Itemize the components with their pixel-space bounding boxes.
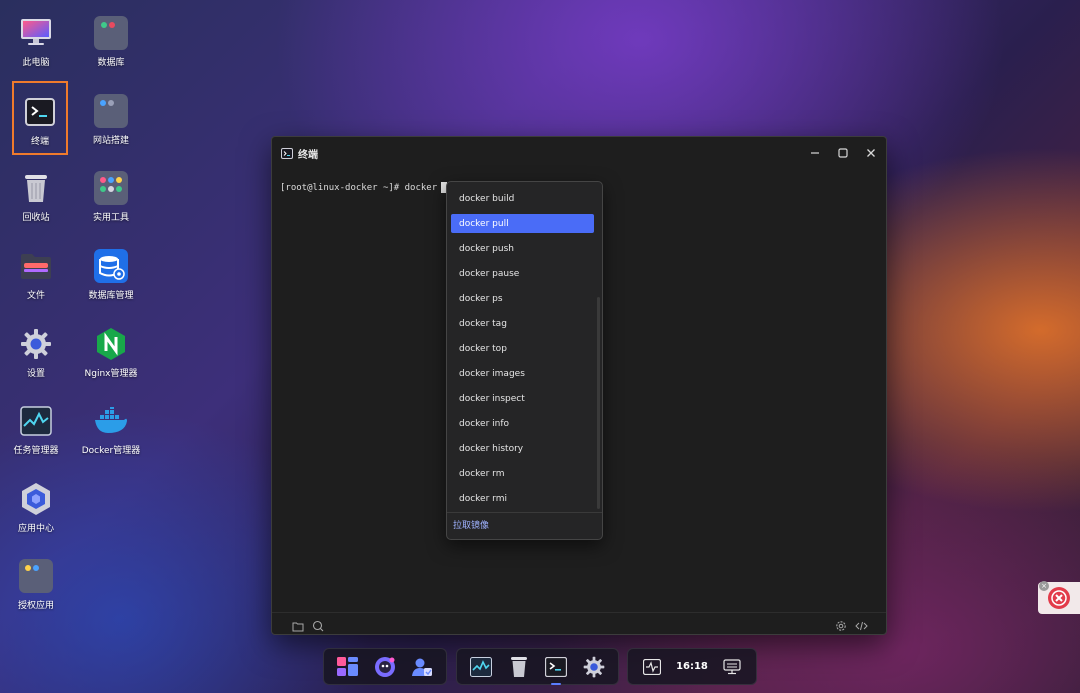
autocomplete-item-selected[interactable]: docker pull — [451, 214, 594, 233]
widget-close-icon[interactable]: × — [1039, 581, 1049, 591]
autocomplete-item[interactable]: docker rm — [451, 464, 594, 483]
desktop-icon-utilities[interactable]: 实用工具 — [79, 165, 143, 235]
desktop-icon-docker-manager[interactable]: Docker管理器 — [79, 398, 143, 468]
terminal-statusbar — [272, 612, 886, 634]
pulse-monitor-icon[interactable] — [639, 654, 665, 680]
minimize-icon[interactable] — [808, 146, 822, 160]
floating-widget[interactable]: × — [1038, 581, 1080, 614]
trash-icon[interactable] — [506, 654, 532, 680]
maximize-icon[interactable] — [836, 146, 850, 160]
show-desktop-icon[interactable] — [719, 654, 745, 680]
popup-scrollbar[interactable] — [597, 297, 600, 509]
desktop-icon-label: 实用工具 — [92, 213, 129, 223]
autocomplete-item[interactable]: docker history — [451, 439, 594, 458]
desktop-icon-label: 数据库管理 — [88, 291, 134, 301]
window-titlebar[interactable]: 终端 — [272, 137, 886, 169]
desktop-icon-label: Nginx管理器 — [84, 369, 138, 379]
autocomplete-description: 拉取镜像 — [453, 521, 490, 531]
desktop-icon-database[interactable]: 数据库 — [79, 10, 143, 80]
desktop-icon-files[interactable]: 文件 — [4, 243, 68, 313]
code-icon[interactable] — [855, 617, 868, 636]
user-icon[interactable] — [409, 654, 435, 680]
autocomplete-item[interactable]: docker push — [451, 239, 594, 258]
desktop-icon-authorized-apps[interactable]: 授权应用 — [4, 553, 68, 623]
taskbar-group-apps — [456, 648, 619, 685]
gear-icon[interactable] — [581, 654, 607, 680]
desktop-icon-label: 数据库 — [97, 58, 125, 68]
desktop-icon-app-center[interactable]: 应用中心 — [4, 476, 68, 546]
folder-group-icon — [94, 171, 128, 205]
widget-cancel-icon — [1048, 587, 1070, 609]
terminal-icon[interactable] — [543, 654, 569, 685]
desktop-icon-label: 回收站 — [22, 213, 50, 223]
terminal-icon — [23, 95, 57, 129]
folder-group-icon — [94, 94, 128, 128]
search-icon[interactable] — [312, 617, 324, 636]
autocomplete-item[interactable]: docker build — [451, 189, 594, 208]
desktop-icon-this-pc[interactable]: 此电脑 — [4, 10, 68, 80]
terminal-output[interactable]: [root@linux-docker ~]# docker — [280, 182, 448, 193]
desktop-icon-label: 授权应用 — [17, 601, 54, 611]
autocomplete-item[interactable]: docker top — [451, 339, 594, 358]
monitor-icon — [19, 16, 53, 50]
taskbar-group-launcher — [323, 648, 447, 685]
activity-monitor-icon — [19, 404, 53, 438]
desktop-icon-label: 设置 — [26, 369, 45, 379]
desktop-icon-website-builder[interactable]: 网站搭建 — [79, 88, 143, 158]
autocomplete-item[interactable]: docker images — [451, 364, 594, 383]
window-title: 终端 — [298, 149, 318, 161]
autocomplete-item[interactable]: docker tag — [451, 314, 594, 333]
assistant-icon[interactable] — [372, 654, 398, 680]
desktop-icon-label: 应用中心 — [17, 524, 54, 534]
gear-icon[interactable] — [835, 617, 847, 636]
folder-group-icon — [94, 16, 128, 50]
taskbar-clock[interactable]: 16:18 — [676, 661, 708, 672]
desktop-icon-task-manager[interactable]: 任务管理器 — [4, 398, 68, 468]
cube-icon — [19, 482, 53, 516]
terminal-icon — [281, 147, 293, 159]
desktop-icon-database-manager[interactable]: 数据库管理 — [79, 243, 143, 313]
desktop-icon-settings[interactable]: 设置 — [4, 321, 68, 391]
desktop-icon-label: 此电脑 — [22, 58, 50, 68]
docker-whale-icon — [94, 404, 128, 438]
start-menu-icon[interactable] — [335, 654, 361, 680]
desktop-icon-label: Docker管理器 — [81, 446, 141, 456]
autocomplete-item[interactable]: docker pause — [451, 264, 594, 283]
activity-monitor-icon[interactable] — [468, 654, 494, 680]
taskbar-group-system: 16:18 — [627, 648, 757, 685]
desktop-icon-label: 终端 — [30, 137, 49, 147]
desktop-icon-terminal[interactable]: 终端 — [12, 81, 68, 155]
desktop-icon-nginx-manager[interactable]: Nginx管理器 — [79, 321, 143, 391]
close-icon[interactable] — [864, 146, 878, 160]
folder-group-icon — [19, 559, 53, 593]
trash-icon — [19, 171, 53, 205]
autocomplete-item[interactable]: docker rmi — [451, 489, 594, 508]
nginx-icon — [94, 327, 128, 361]
desktop-icon-label: 任务管理器 — [13, 446, 59, 456]
desktop-icon-label: 文件 — [26, 291, 45, 301]
autocomplete-item[interactable]: docker info — [451, 414, 594, 433]
autocomplete-popup[interactable]: docker build docker pull docker push doc… — [446, 181, 603, 540]
folder-icon — [19, 249, 53, 283]
autocomplete-item[interactable]: docker inspect — [451, 389, 594, 408]
database-icon — [94, 249, 128, 283]
folder-icon[interactable] — [292, 617, 304, 636]
autocomplete-item[interactable]: docker ps — [451, 289, 594, 308]
popup-divider — [447, 512, 602, 513]
gear-icon — [19, 327, 53, 361]
desktop-icon-recycle-bin[interactable]: 回收站 — [4, 165, 68, 235]
desktop-icon-label: 网站搭建 — [92, 136, 129, 146]
terminal-prompt: [root@linux-docker ~]# docker — [280, 182, 438, 193]
